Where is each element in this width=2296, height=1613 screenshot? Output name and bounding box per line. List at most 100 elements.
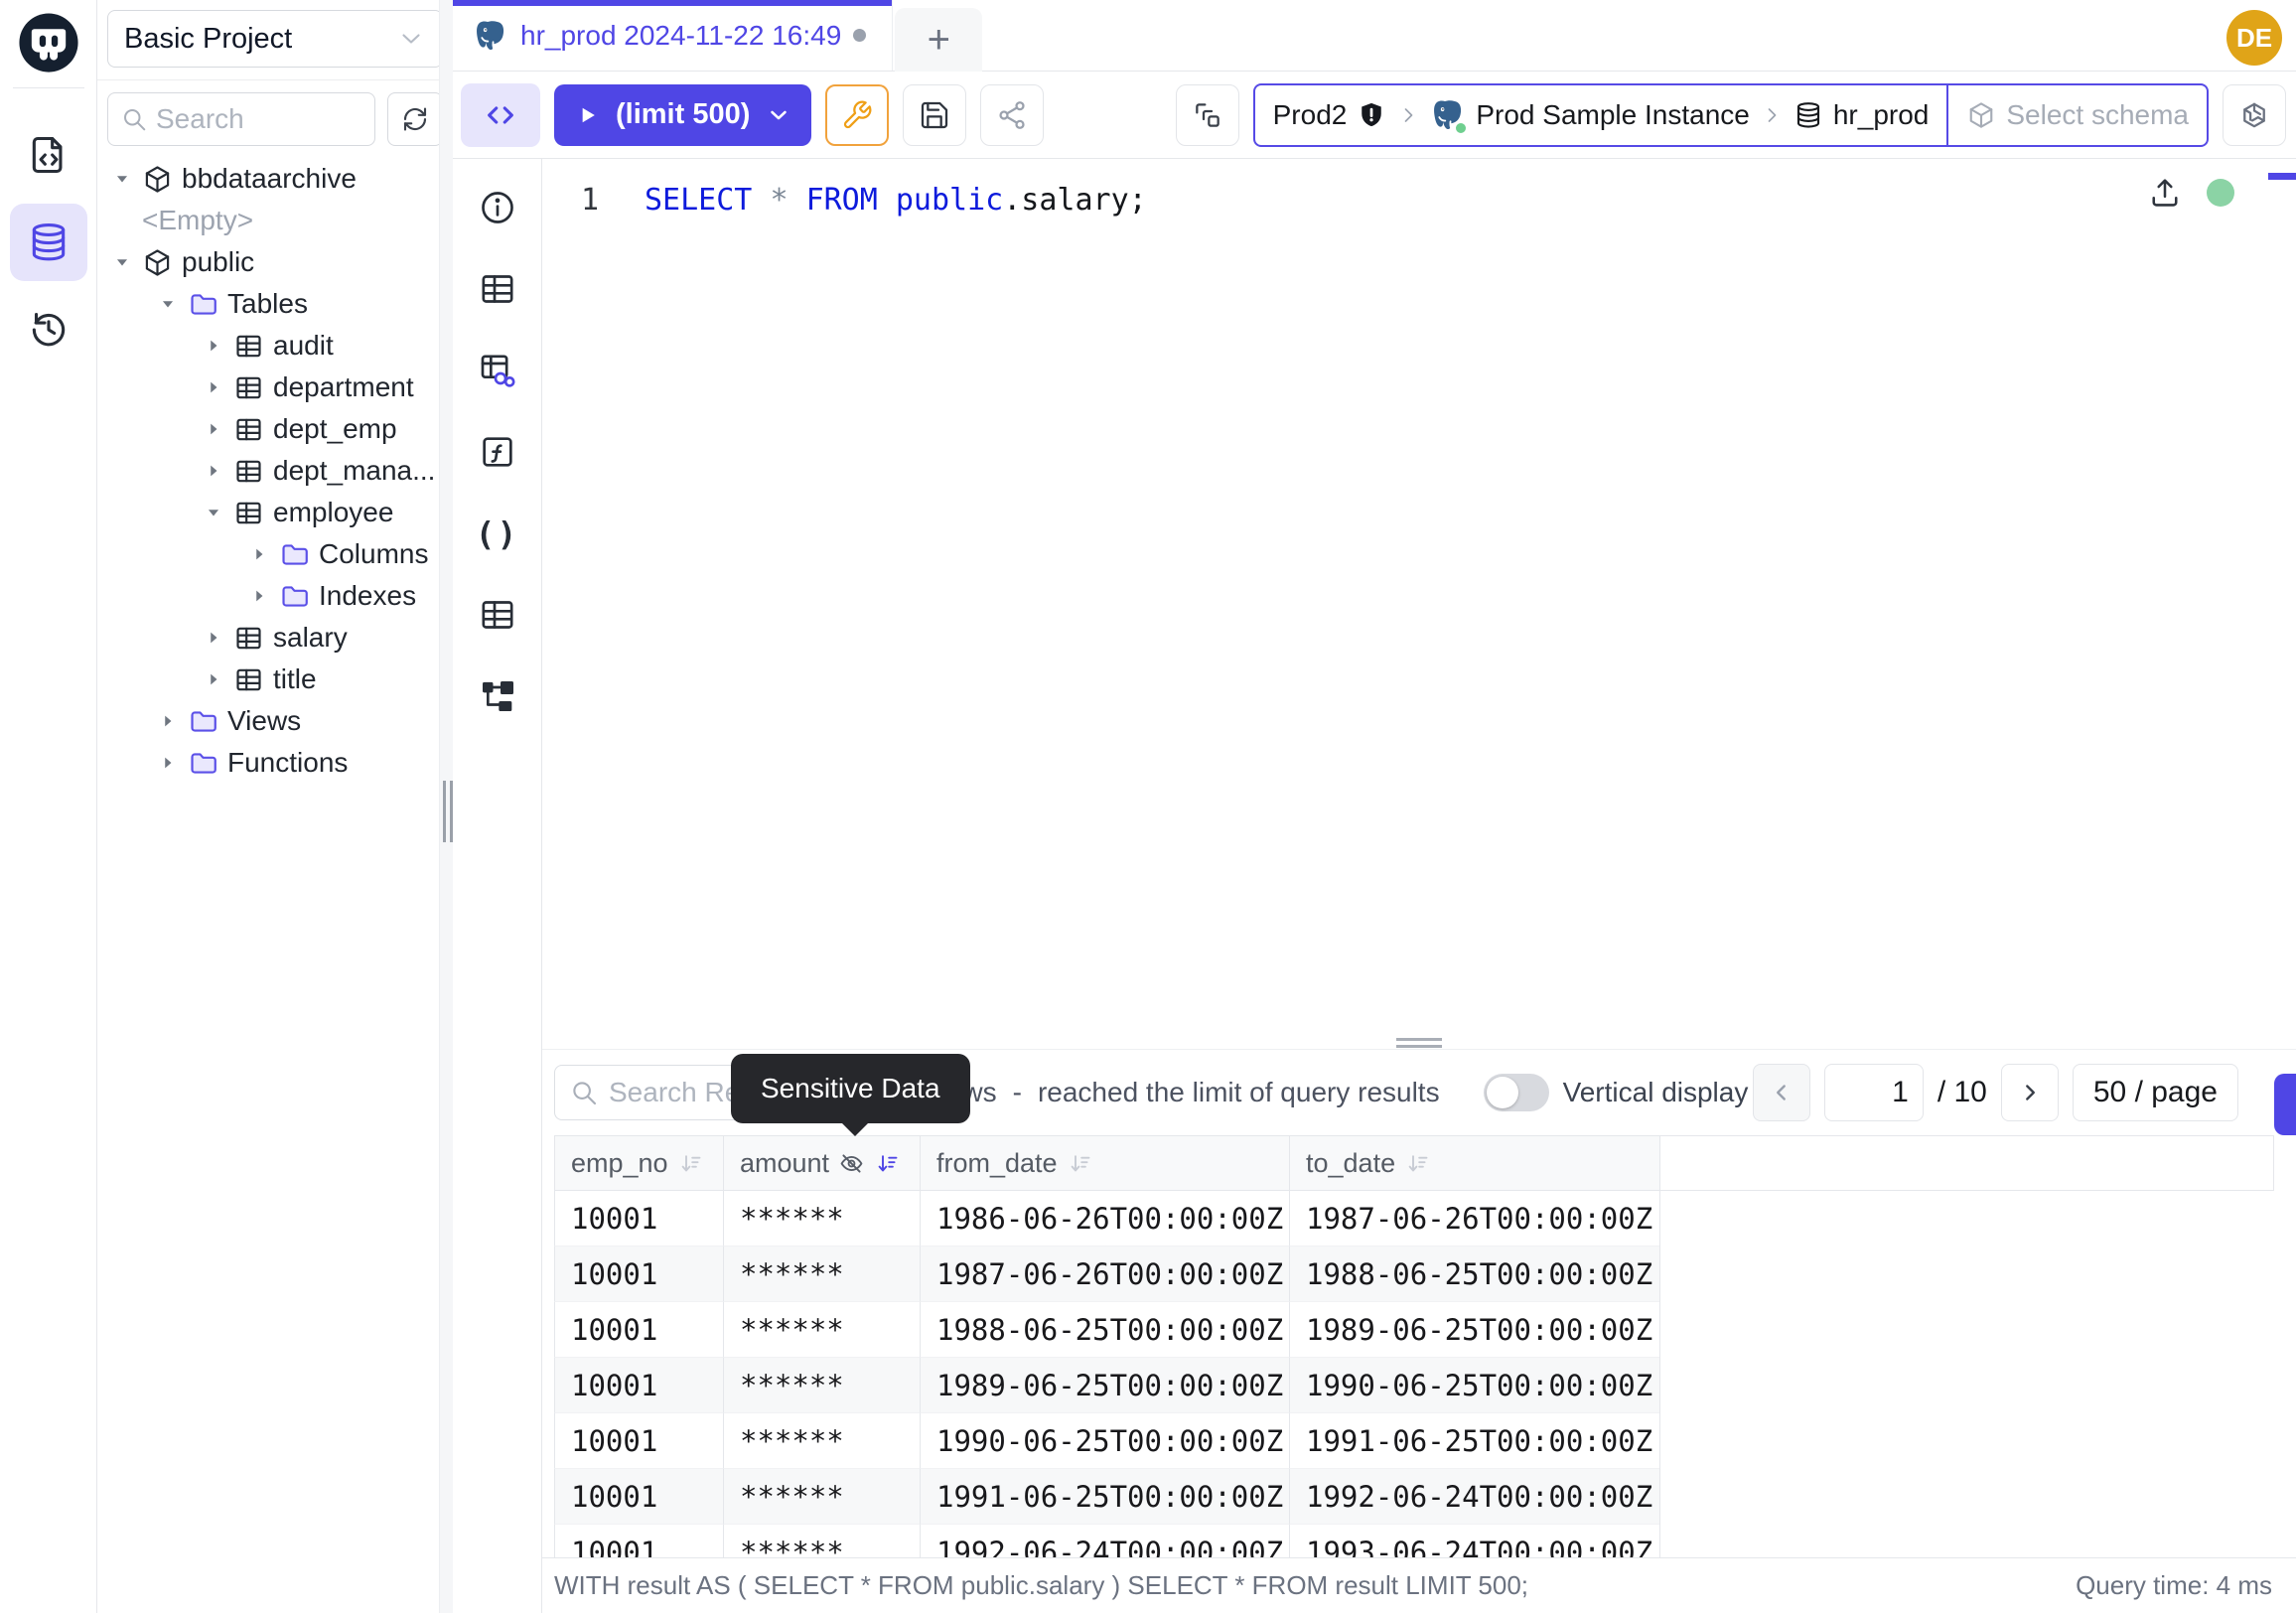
cell-amount[interactable]: ******	[723, 1246, 920, 1302]
tables-panel-button[interactable]	[477, 268, 518, 310]
tree-item-salary[interactable]: salary	[97, 617, 453, 659]
caret-right-icon[interactable]	[203, 627, 224, 649]
external-tables-button[interactable]	[477, 594, 518, 636]
cell-emp-no[interactable]: 10001	[554, 1413, 723, 1469]
export-button[interactable]	[2274, 1074, 2296, 1135]
prev-page-button[interactable]	[1753, 1064, 1810, 1121]
cell-to-date[interactable]: 1993-06-24T00:00:00Z	[1289, 1525, 1659, 1557]
cell-emp-no[interactable]: 10001	[554, 1469, 723, 1525]
cell-to-date[interactable]: 1991-06-25T00:00:00Z	[1289, 1413, 1659, 1469]
sort-icon[interactable]	[1067, 1150, 1093, 1177]
run-query-button[interactable]: (limit 500)	[554, 84, 811, 146]
column-header-to-date[interactable]: to_date	[1289, 1135, 1659, 1191]
tree-item-title[interactable]: title	[97, 659, 453, 700]
tree-item-tables[interactable]: Tables	[97, 283, 453, 325]
caret-right-icon[interactable]	[203, 376, 224, 398]
info-panel-button[interactable]	[477, 187, 518, 228]
user-avatar[interactable]: DE	[2226, 10, 2282, 66]
rail-worksheet-button[interactable]	[10, 116, 87, 194]
functions-panel-button[interactable]	[477, 431, 518, 473]
page-number-input[interactable]	[1824, 1064, 1924, 1121]
cell-amount[interactable]: ******	[723, 1413, 920, 1469]
ai-assistant-button[interactable]	[2223, 84, 2286, 146]
caret-right-icon[interactable]	[157, 752, 179, 774]
tree-item-dept-emp[interactable]: dept_emp	[97, 408, 453, 450]
cell-amount[interactable]: ******	[723, 1302, 920, 1358]
cell-from-date[interactable]: 1989-06-25T00:00:00Z	[920, 1358, 1289, 1413]
page-size-select[interactable]: 50 / page	[2073, 1064, 2238, 1121]
cell-from-date[interactable]: 1991-06-25T00:00:00Z	[920, 1469, 1289, 1525]
schema-selector[interactable]: Select schema	[1946, 85, 2207, 145]
cell-from-date[interactable]: 1990-06-25T00:00:00Z	[920, 1413, 1289, 1469]
vertical-display-switch[interactable]	[1484, 1074, 1549, 1111]
table-row[interactable]: 10001******1992-06-24T00:00:00Z1993-06-2…	[554, 1525, 2274, 1557]
refresh-schema-button[interactable]	[387, 92, 443, 146]
sidebar-search-box[interactable]	[107, 92, 375, 146]
share-sheet-button[interactable]	[980, 84, 1044, 146]
tree-item-views[interactable]: Views	[97, 700, 453, 742]
cell-amount[interactable]: ******	[723, 1358, 920, 1413]
cell-from-date[interactable]: 1988-06-25T00:00:00Z	[920, 1302, 1289, 1358]
caret-right-icon[interactable]	[248, 543, 270, 565]
table-row[interactable]: 10001******1987-06-26T00:00:00Z1988-06-2…	[554, 1246, 2274, 1302]
caret-right-icon[interactable]	[203, 460, 224, 482]
rail-history-button[interactable]	[10, 291, 87, 368]
tree-item-dept-mana[interactable]: dept_mana...	[97, 450, 453, 492]
cell-to-date[interactable]: 1988-06-25T00:00:00Z	[1289, 1246, 1659, 1302]
tree-item-functions[interactable]: Functions	[97, 742, 453, 784]
cell-emp-no[interactable]: 10001	[554, 1191, 723, 1246]
caret-right-icon[interactable]	[203, 668, 224, 690]
tree-item-empty[interactable]: <Empty>	[97, 200, 453, 241]
bytebase-logo-icon[interactable]	[16, 10, 81, 75]
cell-from-date[interactable]: 1992-06-24T00:00:00Z	[920, 1525, 1289, 1557]
new-tab-button[interactable]: +	[895, 8, 982, 72]
upload-sheet-button[interactable]	[2147, 175, 2183, 211]
cell-to-date[interactable]: 1992-06-24T00:00:00Z	[1289, 1469, 1659, 1525]
tree-item-department[interactable]: department	[97, 367, 453, 408]
tree-item-indexes[interactable]: Indexes	[97, 575, 453, 617]
rail-database-button[interactable]	[10, 204, 87, 281]
caret-right-icon[interactable]	[203, 418, 224, 440]
code-panel-button[interactable]	[461, 83, 540, 147]
table-row[interactable]: 10001******1991-06-25T00:00:00Z1992-06-2…	[554, 1469, 2274, 1525]
sidebar-splitter[interactable]	[439, 0, 453, 1613]
cell-emp-no[interactable]: 10001	[554, 1358, 723, 1413]
next-page-button[interactable]	[2001, 1064, 2059, 1121]
procedures-panel-button[interactable]: ()	[477, 513, 518, 554]
caret-right-icon[interactable]	[203, 335, 224, 357]
tree-item-bbdataarchive[interactable]: bbdataarchive	[97, 158, 453, 200]
column-header-from-date[interactable]: from_date	[920, 1135, 1289, 1191]
cell-emp-no[interactable]: 10001	[554, 1246, 723, 1302]
cell-from-date[interactable]: 1986-06-26T00:00:00Z	[920, 1191, 1289, 1246]
sort-icon[interactable]	[874, 1150, 901, 1177]
tree-item-audit[interactable]: audit	[97, 325, 453, 367]
project-selector[interactable]: Basic Project	[107, 10, 443, 68]
sort-icon[interactable]	[1404, 1150, 1431, 1177]
column-header-emp-no[interactable]: emp_no	[554, 1135, 723, 1191]
table-row[interactable]: 10001******1990-06-25T00:00:00Z1991-06-2…	[554, 1413, 2274, 1469]
format-sql-button[interactable]	[825, 84, 889, 146]
table-row[interactable]: 10001******1989-06-25T00:00:00Z1990-06-2…	[554, 1358, 2274, 1413]
column-header-amount[interactable]: amount	[723, 1135, 920, 1191]
sql-editor[interactable]: 1 SELECT * FROM public.salary;	[542, 159, 2296, 1049]
cell-amount[interactable]: ******	[723, 1525, 920, 1557]
cell-emp-no[interactable]: 10001	[554, 1302, 723, 1358]
cell-to-date[interactable]: 1989-06-25T00:00:00Z	[1289, 1302, 1659, 1358]
caret-right-icon[interactable]	[248, 585, 270, 607]
tree-item-public[interactable]: public	[97, 241, 453, 283]
table-row[interactable]: 10001******1986-06-26T00:00:00Z1987-06-2…	[554, 1191, 2274, 1246]
table-relations-button[interactable]	[477, 350, 518, 391]
save-sheet-button[interactable]	[903, 84, 966, 146]
batch-query-button[interactable]	[1176, 84, 1239, 146]
schema-diagram-button[interactable]	[477, 675, 518, 717]
cell-to-date[interactable]: 1987-06-26T00:00:00Z	[1289, 1191, 1659, 1246]
caret-down-icon[interactable]	[203, 502, 224, 523]
cell-to-date[interactable]: 1990-06-25T00:00:00Z	[1289, 1358, 1659, 1413]
table-row[interactable]: 10001******1988-06-25T00:00:00Z1989-06-2…	[554, 1302, 2274, 1358]
cell-emp-no[interactable]: 10001	[554, 1525, 723, 1557]
cell-from-date[interactable]: 1987-06-26T00:00:00Z	[920, 1246, 1289, 1302]
run-options-chevron-icon[interactable]	[766, 102, 791, 128]
tree-item-employee[interactable]: employee	[97, 492, 453, 533]
caret-down-icon[interactable]	[111, 251, 133, 273]
caret-right-icon[interactable]	[157, 710, 179, 732]
